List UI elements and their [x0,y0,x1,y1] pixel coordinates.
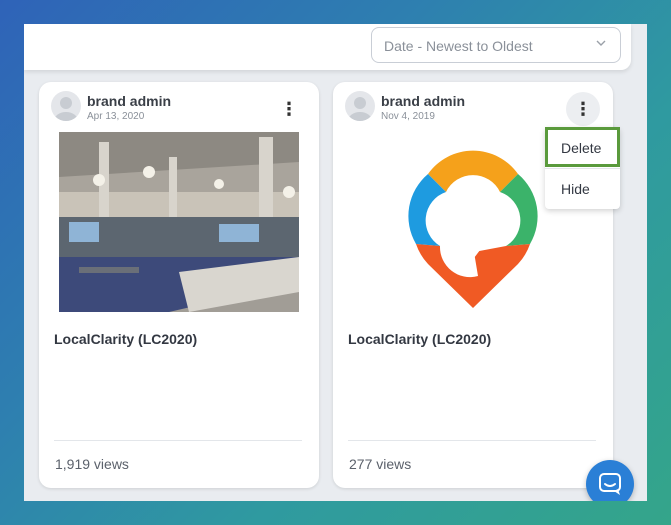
localclarity-logo [408,150,538,308]
chevron-down-icon [596,40,606,46]
header-bar: Date - Newest to Oldest [24,24,631,70]
post-image-office [59,132,299,312]
chat-launcher-button[interactable] [586,460,634,501]
menu-item-delete[interactable]: Delete [545,127,620,167]
kebab-menu-icon: ⋮ [574,99,592,119]
divider [54,440,302,441]
avatar [345,91,375,121]
more-options-button[interactable]: ⋮ [566,92,600,126]
post-author: brand admin [381,93,466,109]
post-views: 1,919 views [55,456,129,472]
app-window: Date - Newest to Oldest brand admin Apr … [24,24,647,501]
post-author: brand admin [87,93,172,109]
divider [348,440,596,441]
post-card[interactable]: brand admin Apr 13, 2020 ⋮ LocalClarity … [39,82,319,488]
sort-selected-value: Date - Newest to Oldest [384,38,533,54]
chat-icon [599,473,621,495]
more-options-button[interactable]: ⋮ [272,92,306,126]
post-views: 277 views [349,456,412,472]
kebab-menu-icon: ⋮ [280,99,298,119]
post-title: LocalClarity (LC2020) [54,331,198,347]
post-title: LocalClarity (LC2020) [348,331,492,347]
avatar [51,91,81,121]
menu-item-hide[interactable]: Hide [545,168,620,208]
sort-dropdown[interactable]: Date - Newest to Oldest [371,27,621,63]
post-date: Apr 13, 2020 [87,111,145,122]
post-date: Nov 4, 2019 [381,111,435,122]
post-options-menu: Delete Hide [545,127,620,209]
